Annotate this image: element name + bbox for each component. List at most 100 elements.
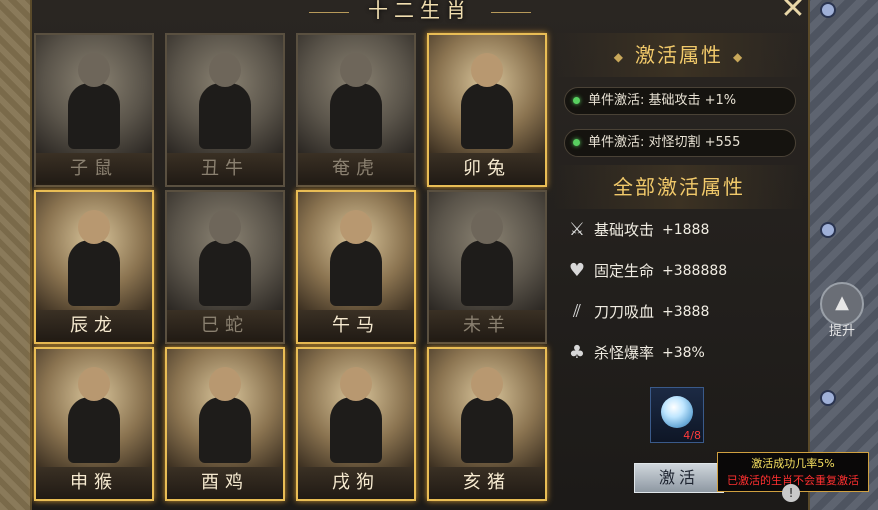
figure-body	[199, 240, 251, 306]
zodiac-name: 戌狗	[298, 467, 414, 499]
stat-value: +388888	[662, 262, 728, 279]
figure-head	[209, 367, 241, 401]
all-activation-title: 全部激活属性	[554, 165, 804, 209]
status-dot-icon	[573, 97, 580, 104]
zodiac-card[interactable]: 亥猪	[427, 347, 547, 501]
title-bar: 十二生肖	[32, 0, 808, 22]
zodiac-figure-icon	[64, 367, 124, 463]
single-activation-item: 单件激活: 基础攻击 +1%	[564, 87, 796, 115]
zodiac-figure-icon	[64, 210, 124, 306]
figure-head	[209, 53, 241, 87]
zodiac-name: 子鼠	[36, 153, 152, 185]
zodiac-card[interactable]: 巳蛇	[165, 190, 285, 344]
zodiac-card[interactable]: 丑牛	[165, 33, 285, 187]
single-activation-item: 单件激活: 对怪切割 +555	[564, 129, 796, 157]
stat-name: 刀刀吸血	[594, 303, 655, 321]
zodiac-figure-icon	[195, 53, 255, 149]
figure-body	[330, 240, 382, 306]
zodiac-figure-icon	[457, 367, 517, 463]
figure-body	[199, 397, 251, 463]
zodiac-name: 申猴	[36, 467, 152, 499]
single-activation-label: 单件激活: 对怪切割 +555	[588, 135, 741, 150]
info-icon[interactable]: !	[782, 484, 800, 502]
figure-body	[330, 83, 382, 149]
zodiac-card[interactable]: 子鼠	[34, 33, 154, 187]
material-item-slot[interactable]: 4/8	[650, 387, 704, 443]
zodiac-figure-icon	[457, 53, 517, 149]
figure-head	[471, 367, 503, 401]
zodiac-portrait	[36, 349, 152, 467]
figure-head	[340, 210, 372, 244]
zodiac-card-grid: 子鼠 丑牛 奄虎 卯兔辰龙 巳蛇 午马 未羊申猴 酉鸡 戌狗 亥猪	[34, 33, 554, 501]
zodiac-portrait	[167, 192, 283, 310]
figure-head	[471, 210, 503, 244]
zodiac-portrait	[167, 349, 283, 467]
zodiac-figure-icon	[457, 210, 517, 306]
zodiac-name: 丑牛	[167, 153, 283, 185]
figure-body	[199, 83, 251, 149]
zodiac-portrait	[298, 349, 414, 467]
zodiac-portrait	[167, 35, 283, 153]
window-title: 十二生肖	[368, 0, 472, 22]
stat-row: ⫽ 刀刀吸血 +3888	[554, 291, 804, 332]
zodiac-card[interactable]: 奄虎	[296, 33, 416, 187]
map-marker-icon[interactable]	[820, 390, 836, 406]
zodiac-figure-icon	[195, 367, 255, 463]
figure-head	[78, 210, 110, 244]
diamond-ornament-icon: ◆	[733, 49, 745, 64]
zodiac-name: 亥猪	[429, 467, 545, 499]
claw-slash-icon: ⫽	[572, 301, 582, 322]
zodiac-name: 巳蛇	[167, 310, 283, 342]
figure-head	[78, 53, 110, 87]
title-ornament-left	[308, 12, 349, 13]
figure-body	[68, 83, 120, 149]
figure-body	[330, 397, 382, 463]
zodiac-card[interactable]: 午马	[296, 190, 416, 344]
map-background-right	[798, 0, 878, 510]
zodiac-figure-icon	[326, 367, 386, 463]
zodiac-portrait	[298, 35, 414, 153]
figure-head	[78, 367, 110, 401]
stat-row: ♣ 杀怪爆率 +38%	[554, 332, 804, 373]
zodiac-name: 午马	[298, 310, 414, 342]
stat-row: ♥ 固定生命 +388888	[554, 250, 804, 291]
zodiac-figure-icon	[326, 53, 386, 149]
zodiac-portrait	[36, 192, 152, 310]
stat-value: +1888	[662, 221, 710, 238]
stat-name: 固定生命	[594, 262, 655, 280]
heart-icon: ♥	[568, 260, 586, 281]
zodiac-name: 酉鸡	[167, 467, 283, 499]
close-button[interactable]: ✕	[778, 0, 808, 24]
zodiac-card[interactable]: 卯兔	[427, 33, 547, 187]
upgrade-label: 提升	[828, 324, 855, 339]
figure-body	[68, 240, 120, 306]
upgrade-button[interactable]: ▲ 提升	[820, 282, 864, 339]
activation-title: ◆ 激活属性 ◆	[554, 33, 804, 77]
figure-body	[461, 240, 513, 306]
zodiac-portrait	[429, 192, 545, 310]
zodiac-card[interactable]: 未羊	[427, 190, 547, 344]
zodiac-name: 卯兔	[429, 153, 545, 185]
zodiac-name: 辰龙	[36, 310, 152, 342]
zodiac-card[interactable]: 申猴	[34, 347, 154, 501]
status-dot-icon	[573, 139, 580, 146]
zodiac-portrait	[36, 35, 152, 153]
all-activation-title-text: 全部激活属性	[613, 175, 745, 199]
zodiac-card[interactable]: 酉鸡	[165, 347, 285, 501]
figure-body	[68, 397, 120, 463]
zodiac-card[interactable]: 戌狗	[296, 347, 416, 501]
activate-button[interactable]: 激活	[634, 463, 724, 493]
zodiac-portrait	[298, 192, 414, 310]
map-marker-icon[interactable]	[820, 222, 836, 238]
zodiac-portrait	[429, 349, 545, 467]
zodiac-card[interactable]: 辰龙	[34, 190, 154, 344]
figure-head	[340, 53, 372, 87]
title-ornament-right	[491, 12, 532, 13]
stat-row: ⚔ 基础攻击 +1888	[554, 209, 804, 250]
zodiac-figure-icon	[326, 210, 386, 306]
map-marker-icon[interactable]	[820, 2, 836, 18]
zodiac-figure-icon	[195, 210, 255, 306]
diamond-gem-icon	[661, 396, 693, 428]
crossed-swords-icon: ⚔	[568, 219, 586, 240]
activation-title-text: 激活属性	[635, 43, 723, 67]
